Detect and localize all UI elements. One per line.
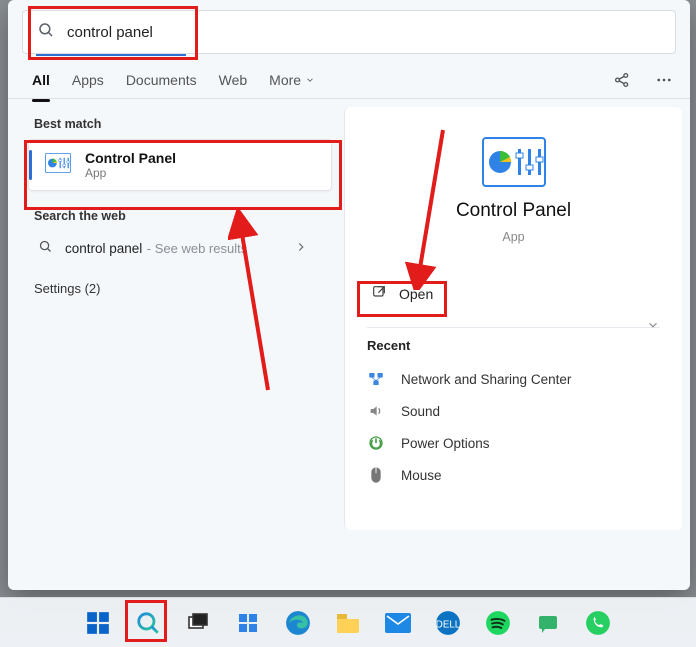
app-hero: Control Panel App bbox=[367, 127, 660, 244]
chevron-right-icon bbox=[294, 240, 308, 259]
web-search-result[interactable]: control panel - See web results bbox=[28, 231, 318, 267]
web-query-text: control panel bbox=[65, 241, 142, 256]
recent-item-label: Power Options bbox=[401, 436, 490, 451]
tab-all[interactable]: All bbox=[32, 72, 50, 88]
open-external-icon bbox=[371, 284, 387, 303]
web-hint-text: - See web results bbox=[147, 241, 247, 256]
widgets-button[interactable] bbox=[228, 603, 268, 643]
open-label: Open bbox=[399, 286, 433, 302]
svg-text:DELL: DELL bbox=[436, 619, 461, 630]
control-panel-icon bbox=[482, 137, 546, 192]
search-icon bbox=[38, 239, 53, 259]
mail-button[interactable] bbox=[378, 603, 418, 643]
recent-item-label: Network and Sharing Center bbox=[401, 372, 571, 387]
chevron-down-icon bbox=[305, 72, 315, 88]
search-web-label: Search the web bbox=[34, 209, 344, 223]
recent-item-power[interactable]: Power Options bbox=[367, 427, 660, 459]
search-bar-container bbox=[8, 0, 690, 56]
teams-button[interactable] bbox=[528, 603, 568, 643]
category-tabs: All Apps Documents Web More bbox=[8, 56, 690, 99]
recent-item-label: Mouse bbox=[401, 468, 442, 483]
recent-item-network[interactable]: Network and Sharing Center bbox=[367, 363, 660, 395]
divider bbox=[367, 327, 660, 328]
best-match-subtitle: App bbox=[85, 166, 176, 180]
best-match-title: Control Panel bbox=[85, 150, 176, 166]
tab-more-label: More bbox=[269, 72, 301, 88]
tab-more[interactable]: More bbox=[269, 72, 315, 88]
tab-apps[interactable]: Apps bbox=[72, 72, 104, 88]
preview-app-name: Control Panel bbox=[456, 200, 571, 222]
recent-item-mouse[interactable]: Mouse bbox=[367, 459, 660, 491]
settings-results[interactable]: Settings (2) bbox=[28, 267, 344, 310]
recent-item-sound[interactable]: Sound bbox=[367, 395, 660, 427]
recent-label: Recent bbox=[367, 338, 660, 353]
whatsapp-button[interactable] bbox=[578, 603, 618, 643]
windows-search-panel: All Apps Documents Web More Best match bbox=[8, 0, 690, 590]
preview-app-kind: App bbox=[502, 230, 524, 244]
power-icon bbox=[367, 434, 385, 452]
recent-item-label: Sound bbox=[401, 404, 440, 419]
task-view-button[interactable] bbox=[178, 603, 218, 643]
tab-documents[interactable]: Documents bbox=[126, 72, 197, 88]
mouse-icon bbox=[367, 466, 385, 484]
best-match-label: Best match bbox=[34, 117, 344, 131]
network-icon bbox=[367, 370, 385, 388]
control-panel-icon bbox=[45, 153, 71, 178]
search-bar[interactable] bbox=[22, 10, 676, 54]
search-button[interactable] bbox=[128, 603, 168, 643]
best-match-text: Control Panel App bbox=[85, 150, 176, 180]
tab-web[interactable]: Web bbox=[219, 72, 248, 88]
start-button[interactable] bbox=[78, 603, 118, 643]
search-input[interactable] bbox=[65, 23, 661, 42]
best-match-result[interactable]: Control Panel App bbox=[28, 139, 332, 191]
search-icon bbox=[37, 21, 55, 44]
dell-app-button[interactable]: DELL bbox=[428, 603, 468, 643]
result-preview-pane: Control Panel App Open bbox=[344, 107, 682, 530]
edge-button[interactable] bbox=[278, 603, 318, 643]
open-button[interactable]: Open bbox=[367, 278, 453, 309]
taskbar: DELL bbox=[0, 597, 696, 647]
results-left-pane: Best match bbox=[8, 99, 344, 590]
more-options-icon[interactable] bbox=[654, 70, 674, 90]
spotify-button[interactable] bbox=[478, 603, 518, 643]
share-icon[interactable] bbox=[612, 70, 632, 90]
chevron-down-icon[interactable] bbox=[646, 318, 660, 337]
sound-icon bbox=[367, 402, 385, 420]
file-explorer-button[interactable] bbox=[328, 603, 368, 643]
